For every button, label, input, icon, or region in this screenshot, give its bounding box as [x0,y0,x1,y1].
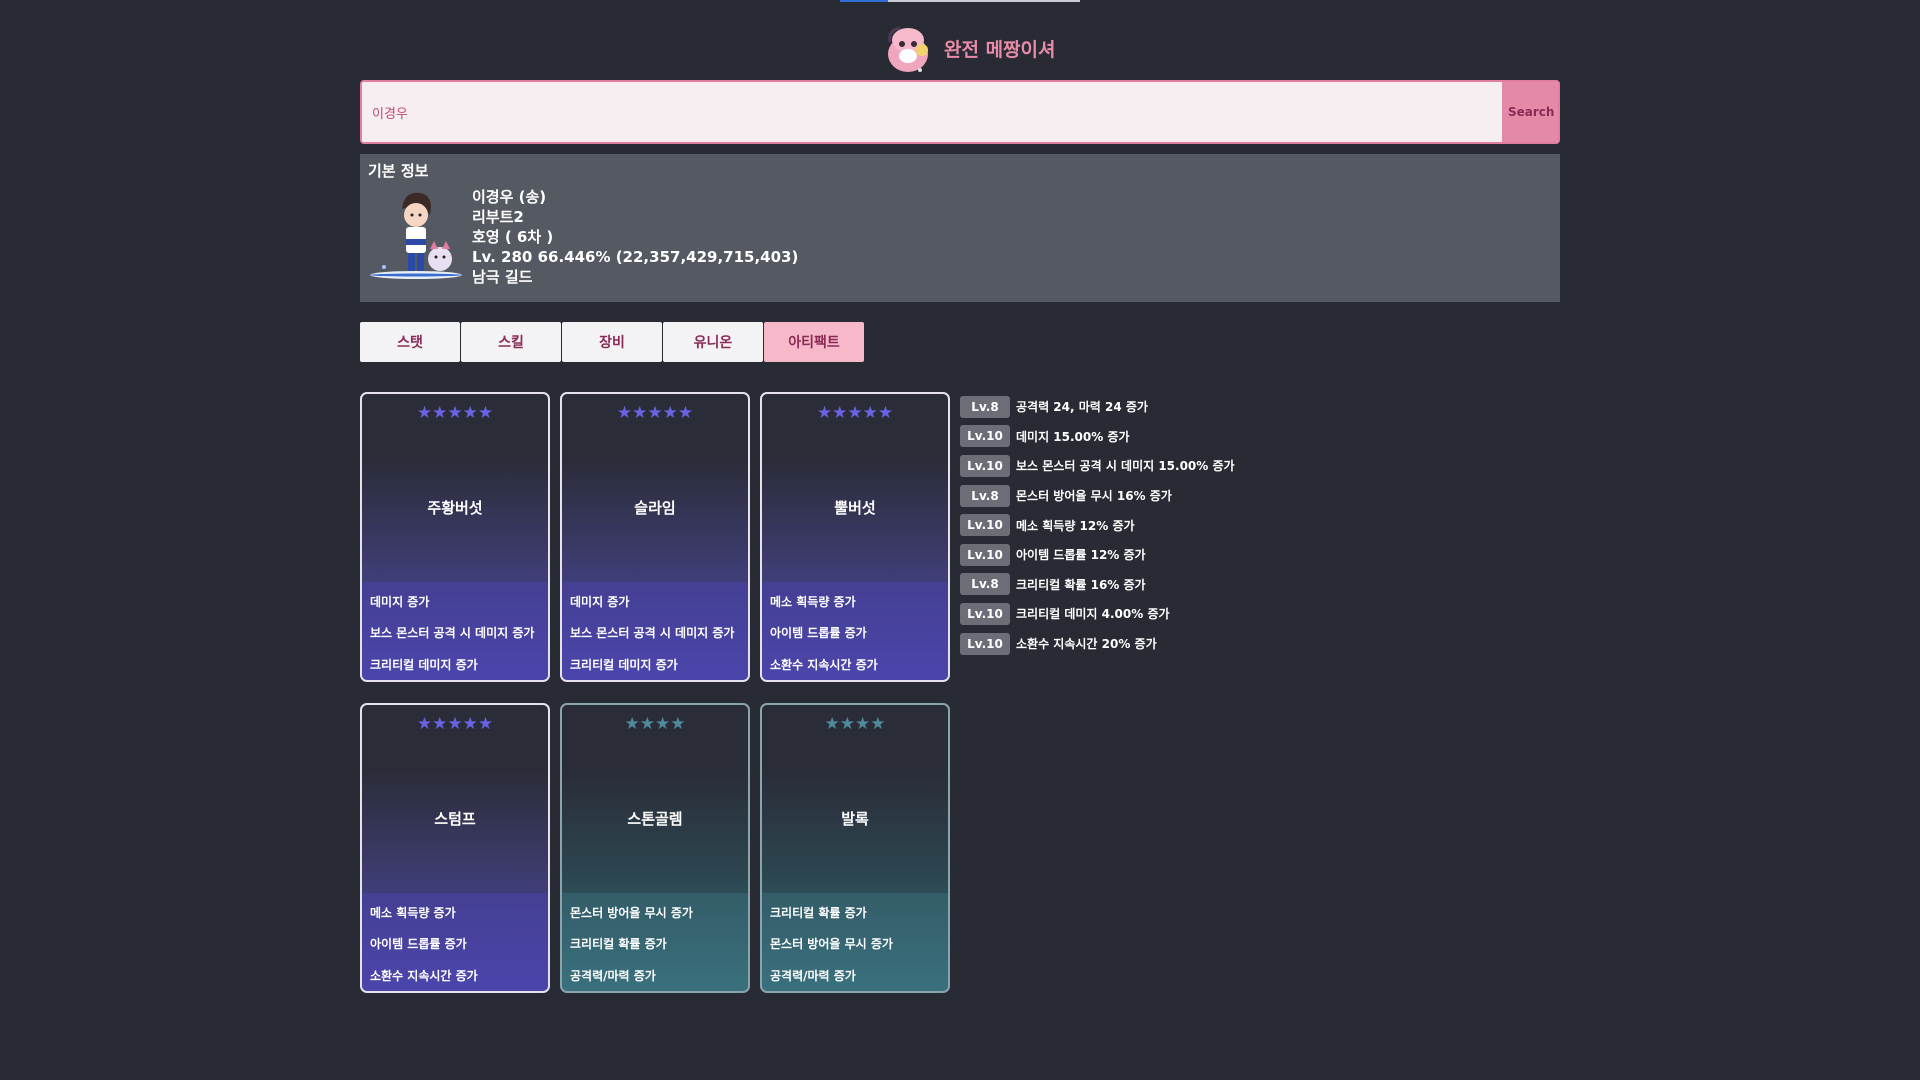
level-badge: Lv.10 [960,425,1010,448]
card-effect: 메소 획득량 증가 [770,595,856,610]
level-badge: Lv.8 [960,484,1010,507]
card-name: 슬라임 [634,498,676,517]
tab-equipment[interactable]: 장비 [562,322,662,362]
artifact-card[interactable]: ★★★★ 발록 크리티컬 확률 증가 몬스터 방어율 무시 증가 공격력/마력 … [760,703,950,993]
character-world: 리부트2 [472,208,524,226]
card-star-rating: ★★★★ [824,714,886,734]
artifact-card[interactable]: ★★★★★ 슬라임 데미지 증가 보스 몬스터 공격 시 데미지 증가 크리티컬… [560,392,750,682]
artifact-effect-row: Lv.10 보스 몬스터 공격 시 데미지 15.00% 증가 [960,451,1235,481]
page-loading-bar [840,0,1080,2]
character-search-bar: Search [360,80,1560,144]
level-badge: Lv.10 [960,454,1010,477]
card-effect-list: 메소 획득량 증가 아이템 드롭률 증가 소환수 지속시간 증가 [762,582,948,680]
artifact-effect-row: Lv.10 아이템 드롭률 12% 증가 [960,540,1235,570]
effect-text: 크리티컬 데미지 4.00% 증가 [1016,607,1170,622]
artifact-effect-list: Lv.8 공격력 24, 마력 24 증가 Lv.10 데미지 15.00% 증… [960,392,1235,658]
tab-artifact[interactable]: 아티팩트 [764,322,864,362]
card-effect-list: 몬스터 방어율 무시 증가 크리티컬 확률 증가 공격력/마력 증가 [562,893,748,991]
card-effect: 크리티컬 확률 증가 [770,906,867,921]
card-effect: 보스 몬스터 공격 시 데미지 증가 [370,626,535,641]
card-effect: 공격력/마력 증가 [570,968,656,983]
card-effect-list: 데미지 증가 보스 몬스터 공격 시 데미지 증가 크리티컬 데미지 증가 [562,582,748,680]
artifact-effect-row: Lv.10 데미지 15.00% 증가 [960,422,1235,452]
card-effect: 아이템 드롭률 증가 [770,626,867,641]
artifact-effect-row: Lv.10 크리티컬 데미지 4.00% 증가 [960,599,1235,629]
artifact-card[interactable]: ★★★★★ 주황버섯 데미지 증가 보스 몬스터 공격 시 데미지 증가 크리티… [360,392,550,682]
artifact-card[interactable]: ★★★★★ 뿔버섯 메소 획득량 증가 아이템 드롭률 증가 소환수 지속시간 … [760,392,950,682]
card-effect: 몬스터 방어율 무시 증가 [570,906,693,921]
artifact-effect-row: Lv.10 메소 획득량 12% 증가 [960,510,1235,540]
artifact-card[interactable]: ★★★★ 스톤골렘 몬스터 방어율 무시 증가 크리티컬 확률 증가 공격력/마… [560,703,750,993]
card-effect: 크리티컬 확률 증가 [570,937,667,952]
effect-text: 공격력 24, 마력 24 증가 [1016,400,1148,415]
card-star-rating: ★★★★★ [416,403,494,423]
card-star-rating: ★★★★★ [616,403,694,423]
artifact-effect-row: Lv.8 크리티컬 확률 16% 증가 [960,570,1235,600]
page-loading-bar-fill [840,0,888,2]
effect-text: 메소 획득량 12% 증가 [1016,518,1135,533]
effect-text: 아이템 드롭률 12% 증가 [1016,548,1146,563]
card-effect: 크리티컬 데미지 증가 [570,657,678,672]
card-effect-list: 데미지 증가 보스 몬스터 공격 시 데미지 증가 크리티컬 데미지 증가 [362,582,548,680]
card-star-rating: ★★★★★ [416,714,494,734]
character-avatar [370,192,462,279]
card-name: 주황버섯 [427,498,483,517]
card-effect: 보스 몬스터 공격 시 데미지 증가 [570,626,735,641]
level-badge: Lv.10 [960,514,1010,537]
level-badge: Lv.10 [960,632,1010,655]
level-badge: Lv.10 [960,602,1010,625]
card-name: 뿔버섯 [834,498,876,517]
card-effect: 소환수 지속시간 증가 [770,657,878,672]
level-badge: Lv.8 [960,573,1010,596]
tab-stat[interactable]: 스탯 [360,322,460,362]
card-name: 스톤골렘 [627,809,683,828]
artifact-card[interactable]: ★★★★★ 스텀프 메소 획득량 증가 아이템 드롭률 증가 소환수 지속시간 … [360,703,550,993]
level-badge: Lv.8 [960,395,1010,418]
card-effect: 데미지 증가 [370,595,430,610]
card-effect: 크리티컬 데미지 증가 [370,657,478,672]
info-tabs: 스탯 스킬 장비 유니온 아티팩트 [360,322,865,362]
card-star-rating: ★★★★★ [816,403,894,423]
effect-text: 데미지 15.00% 증가 [1016,429,1130,444]
effect-text: 소환수 지속시간 20% 증가 [1016,637,1157,652]
pink-bean-mascot-icon [888,26,928,72]
card-effect-list: 크리티컬 확률 증가 몬스터 방어율 무시 증가 공격력/마력 증가 [762,893,948,991]
card-effect: 아이템 드롭률 증가 [370,937,467,952]
character-guild: 남극 길드 [472,268,533,286]
artifact-effect-row: Lv.10 소환수 지속시간 20% 증가 [960,629,1235,659]
effect-text: 크리티컬 확률 16% 증가 [1016,577,1146,592]
artifact-effect-row: Lv.8 몬스터 방어율 무시 16% 증가 [960,481,1235,511]
basic-info-panel: 기본 정보 이경우 (송) 리부트2 호영 ( 6차 ) Lv. 280 66.… [360,154,1560,302]
character-level: Lv. 280 66.446% (22,357,429,715,403) [472,248,799,266]
card-name: 스텀프 [434,809,476,828]
effect-text: 보스 몬스터 공격 시 데미지 15.00% 증가 [1016,459,1235,474]
character-search-input[interactable] [362,82,1502,142]
card-effect: 몬스터 방어율 무시 증가 [770,937,893,952]
basic-info-title: 기본 정보 [368,162,429,180]
card-effect: 데미지 증가 [570,595,630,610]
card-name: 발록 [841,809,869,828]
artifact-effect-row: Lv.8 공격력 24, 마력 24 증가 [960,392,1235,422]
card-effect: 소환수 지속시간 증가 [370,968,478,983]
brand-name: 완전 메짱이셔 [944,38,1056,61]
card-effect: 메소 획득량 증가 [370,906,456,921]
tab-skill[interactable]: 스킬 [461,322,561,362]
level-badge: Lv.10 [960,543,1010,566]
effect-text: 몬스터 방어율 무시 16% 증가 [1016,489,1172,504]
site-logo[interactable]: 완전 메짱이셔 [880,20,1056,76]
card-effect-list: 메소 획득량 증가 아이템 드롭률 증가 소환수 지속시간 증가 [362,893,548,991]
tab-union[interactable]: 유니온 [663,322,763,362]
character-name: 이경우 (송) [472,188,547,206]
card-effect: 공격력/마력 증가 [770,968,856,983]
character-job: 호영 ( 6차 ) [472,228,554,246]
search-button[interactable]: Search [1502,82,1558,142]
card-star-rating: ★★★★ [624,714,686,734]
